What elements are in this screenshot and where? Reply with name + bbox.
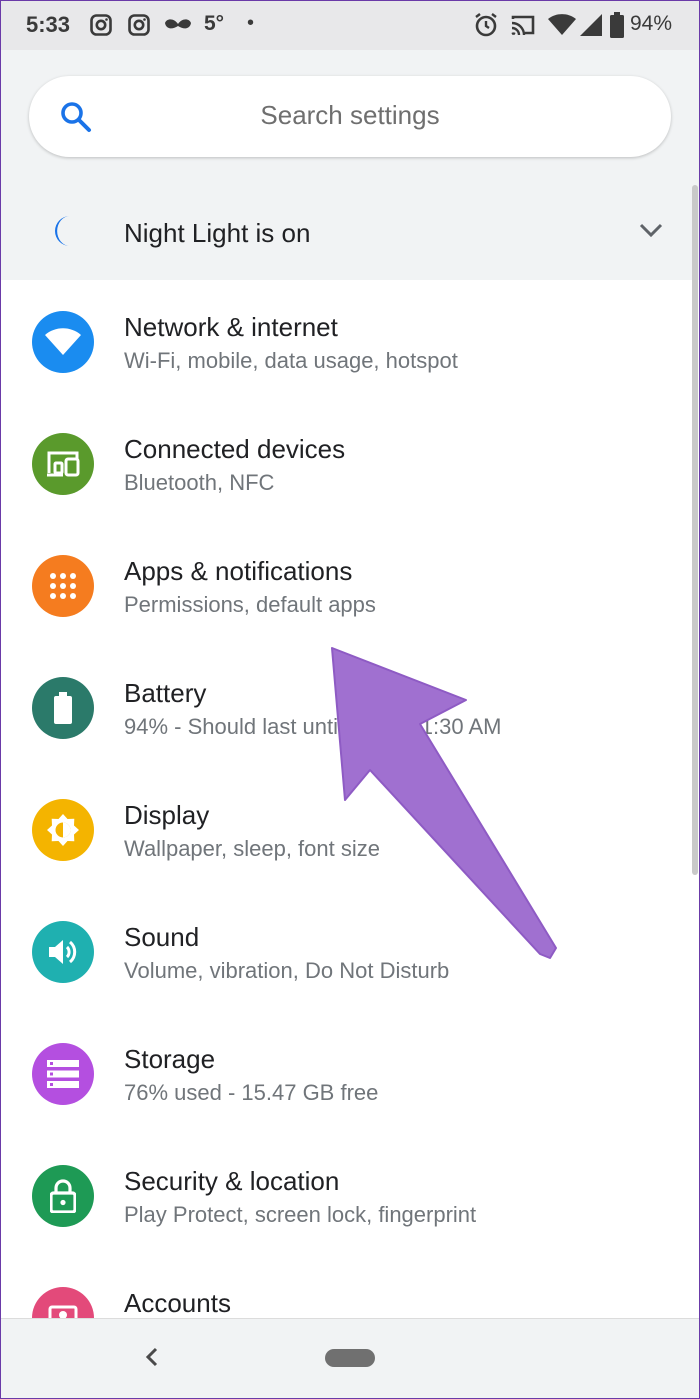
settings-item-title: Apps & notifications — [124, 556, 353, 586]
wifi-icon — [548, 14, 576, 41]
night-light-suggestion[interactable]: Night Light is on — [0, 178, 700, 280]
instagram-icon — [128, 14, 150, 41]
battery-icon — [32, 677, 94, 739]
battery-icon — [610, 12, 624, 43]
apps-grid-icon — [32, 555, 94, 617]
settings-item-connected-devices[interactable]: Connected devices Bluetooth, NFC — [0, 402, 700, 524]
mustache-icon — [164, 18, 192, 37]
cellular-signal-icon — [580, 14, 602, 41]
status-bar: 5:33 5° • 94% — [0, 0, 700, 50]
settings-item-apps-notifications[interactable]: Apps & notifications Permissions, defaul… — [0, 524, 700, 646]
search-placeholder: Search settings — [260, 100, 440, 130]
settings-item-subtitle: Permissions, default apps — [124, 592, 376, 617]
settings-item-title: Connected devices — [124, 434, 346, 464]
settings-item-title: Display — [124, 800, 210, 830]
status-temperature: 5° — [204, 12, 225, 35]
settings-item-subtitle: Volume, vibration, Do Not Disturb — [124, 958, 450, 983]
account-icon — [32, 1287, 94, 1320]
lock-icon — [32, 1165, 94, 1227]
cast-icon — [510, 14, 536, 41]
settings-item-display[interactable]: Display Wallpaper, sleep, font size — [0, 768, 700, 890]
alarm-icon — [474, 12, 498, 43]
settings-item-accounts[interactable]: Accounts — [0, 1256, 700, 1320]
status-battery-percent: 94% — [630, 12, 673, 35]
settings-item-subtitle: Play Protect, screen lock, fingerprint — [124, 1202, 477, 1227]
night-light-label: Night Light is on — [124, 218, 311, 248]
instagram-icon — [90, 14, 112, 41]
brightness-icon — [32, 799, 94, 861]
back-chevron-icon[interactable] — [140, 1343, 164, 1376]
settings-item-subtitle: 76% used - 15.47 GB free — [124, 1080, 379, 1105]
volume-icon — [32, 921, 94, 983]
search-section: Search settings — [0, 50, 700, 178]
devices-icon — [32, 433, 94, 495]
scrollbar[interactable] — [692, 185, 698, 875]
settings-item-subtitle: 94% - Should last until about 11:30 AM — [124, 714, 502, 739]
settings-item-title: Storage — [124, 1044, 216, 1074]
settings-item-subtitle: Wi-Fi, mobile, data usage, hotspot — [124, 348, 458, 373]
settings-item-network[interactable]: Network & internet Wi-Fi, mobile, data u… — [0, 280, 700, 402]
settings-item-sound[interactable]: Sound Volume, vibration, Do Not Disturb — [0, 890, 700, 1012]
settings-item-subtitle: Bluetooth, NFC — [124, 470, 275, 495]
storage-icon — [32, 1043, 94, 1105]
wifi-icon — [32, 311, 94, 373]
settings-item-battery[interactable]: Battery 94% - Should last until about 11… — [0, 646, 700, 768]
moon-icon — [48, 214, 78, 253]
settings-item-title: Sound — [124, 922, 200, 952]
status-notification-dot: • — [247, 12, 255, 34]
settings-item-title: Network & internet — [124, 312, 338, 342]
status-time: 5:33 — [26, 12, 71, 37]
settings-list: Network & internet Wi-Fi, mobile, data u… — [0, 280, 700, 1320]
settings-item-title: Accounts — [124, 1288, 231, 1318]
settings-item-storage[interactable]: Storage 76% used - 15.47 GB free — [0, 1012, 700, 1134]
search-settings-bar[interactable]: Search settings — [29, 76, 671, 157]
settings-item-security-location[interactable]: Security & location Play Protect, screen… — [0, 1134, 700, 1256]
home-pill-icon[interactable] — [325, 1349, 375, 1367]
settings-item-subtitle: Wallpaper, sleep, font size — [124, 836, 380, 861]
settings-item-title: Battery — [124, 678, 207, 708]
navigation-bar — [0, 1318, 700, 1399]
chevron-down-icon[interactable] — [638, 222, 664, 243]
settings-item-title: Security & location — [124, 1166, 340, 1196]
